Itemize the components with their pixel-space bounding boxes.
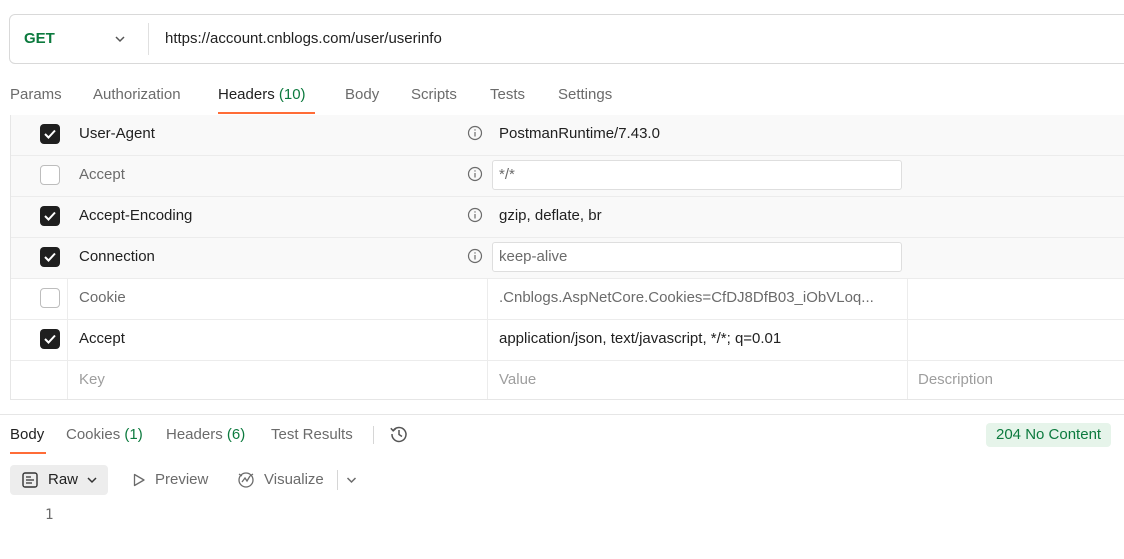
- description-input[interactable]: Description: [918, 361, 993, 399]
- tab-label: Body: [10, 426, 45, 443]
- tab-count: (10): [278, 86, 306, 103]
- tab-count: (1): [124, 426, 143, 443]
- visualize-button[interactable]: Visualize: [264, 465, 324, 495]
- table-row: User-Agent PostmanRuntime/7.43.0: [11, 115, 1124, 156]
- header-value[interactable]: application/json, text/javascript, */*; …: [499, 320, 781, 358]
- raw-format-select[interactable]: Raw: [10, 465, 108, 495]
- tab-settings[interactable]: Settings: [558, 86, 612, 103]
- checkmark-icon: [44, 252, 56, 262]
- header-value[interactable]: gzip, deflate, br: [499, 197, 602, 235]
- response-tab-headers[interactable]: Headers (6): [166, 426, 245, 443]
- table-row: Accept application/json, text/javascript…: [11, 320, 1124, 361]
- response-tab-body[interactable]: Body: [10, 426, 44, 443]
- new-header-row: Key Value Description: [11, 361, 1124, 402]
- value-input[interactable]: Value: [499, 361, 536, 399]
- header-checkbox[interactable]: [40, 124, 60, 144]
- header-value[interactable]: .Cnblogs.AspNetCore.Cookies=CfDJ8DfB03_i…: [499, 279, 874, 317]
- header-key[interactable]: Connection: [79, 238, 155, 276]
- url-bar: GET https://account.cnblogs.com/user/use…: [9, 14, 1124, 64]
- info-icon[interactable]: [467, 166, 483, 182]
- header-key[interactable]: Accept: [79, 156, 125, 194]
- active-tab-indicator: [10, 452, 46, 454]
- play-icon[interactable]: [131, 472, 147, 488]
- table-row: Accept */*: [11, 156, 1124, 197]
- tab-label: Authorization: [93, 86, 181, 103]
- checkmark-icon: [44, 211, 56, 221]
- checkmark-icon: [44, 129, 56, 139]
- chevron-down-icon[interactable]: [113, 32, 127, 46]
- chevron-down-icon[interactable]: [345, 474, 358, 486]
- header-checkbox[interactable]: [40, 165, 60, 185]
- tab-label: Headers: [218, 86, 275, 103]
- tab-label: Settings: [558, 86, 613, 103]
- header-value-input[interactable]: */*: [492, 160, 902, 190]
- chevron-down-icon: [87, 477, 97, 484]
- header-key[interactable]: Cookie: [79, 279, 126, 317]
- response-divider: [0, 414, 1124, 415]
- tab-headers[interactable]: Headers (10): [218, 86, 306, 103]
- info-icon[interactable]: [467, 248, 483, 264]
- line-number: 1: [45, 507, 54, 523]
- url-input[interactable]: https://account.cnblogs.com/user/userinf…: [165, 15, 442, 63]
- header-checkbox[interactable]: [40, 329, 60, 349]
- response-tab-test-results[interactable]: Test Results: [271, 426, 353, 443]
- tab-body[interactable]: Body: [345, 86, 379, 103]
- tab-authorization[interactable]: Authorization: [93, 86, 181, 103]
- info-icon[interactable]: [467, 125, 483, 141]
- tab-label: Test Results: [271, 426, 353, 443]
- active-tab-indicator: [218, 112, 315, 114]
- tab-label: Body: [345, 86, 380, 103]
- key-input[interactable]: Key: [79, 361, 105, 399]
- table-row: Cookie .Cnblogs.AspNetCore.Cookies=CfDJ8…: [11, 279, 1124, 320]
- headers-table: User-Agent PostmanRuntime/7.43.0 Accept …: [10, 115, 1124, 400]
- table-row: Connection keep-alive: [11, 238, 1124, 279]
- header-value[interactable]: PostmanRuntime/7.43.0: [499, 115, 660, 153]
- toolbar-divider: [373, 426, 374, 444]
- header-checkbox[interactable]: [40, 247, 60, 267]
- tab-label: Cookies: [66, 426, 121, 443]
- toolbar-divider: [337, 470, 338, 490]
- url-divider: [148, 23, 149, 55]
- tab-label: Scripts: [411, 86, 457, 103]
- tab-scripts[interactable]: Scripts: [411, 86, 457, 103]
- header-key[interactable]: Accept: [79, 320, 125, 358]
- checkmark-icon: [44, 334, 56, 344]
- tab-label: Params: [10, 86, 62, 103]
- response-tab-cookies[interactable]: Cookies (1): [66, 426, 143, 443]
- header-key[interactable]: User-Agent: [79, 115, 155, 153]
- document-icon: [22, 472, 38, 488]
- tab-count: (6): [226, 426, 246, 443]
- header-checkbox[interactable]: [40, 288, 60, 308]
- info-icon[interactable]: [467, 207, 483, 223]
- visualize-icon[interactable]: [236, 470, 256, 490]
- tab-label: Headers: [166, 426, 223, 443]
- table-row: Accept-Encoding gzip, deflate, br: [11, 197, 1124, 238]
- tab-tests[interactable]: Tests: [490, 86, 525, 103]
- preview-button[interactable]: Preview: [155, 465, 208, 495]
- header-key[interactable]: Accept-Encoding: [79, 197, 192, 235]
- tab-params[interactable]: Params: [10, 86, 62, 103]
- status-badge: 204 No Content: [986, 423, 1112, 447]
- method-select[interactable]: GET: [24, 15, 55, 63]
- tab-label: Tests: [490, 86, 526, 103]
- history-icon[interactable]: [389, 424, 409, 444]
- raw-label: Raw: [48, 471, 79, 488]
- header-checkbox[interactable]: [40, 206, 60, 226]
- header-value-input[interactable]: keep-alive: [492, 242, 902, 272]
